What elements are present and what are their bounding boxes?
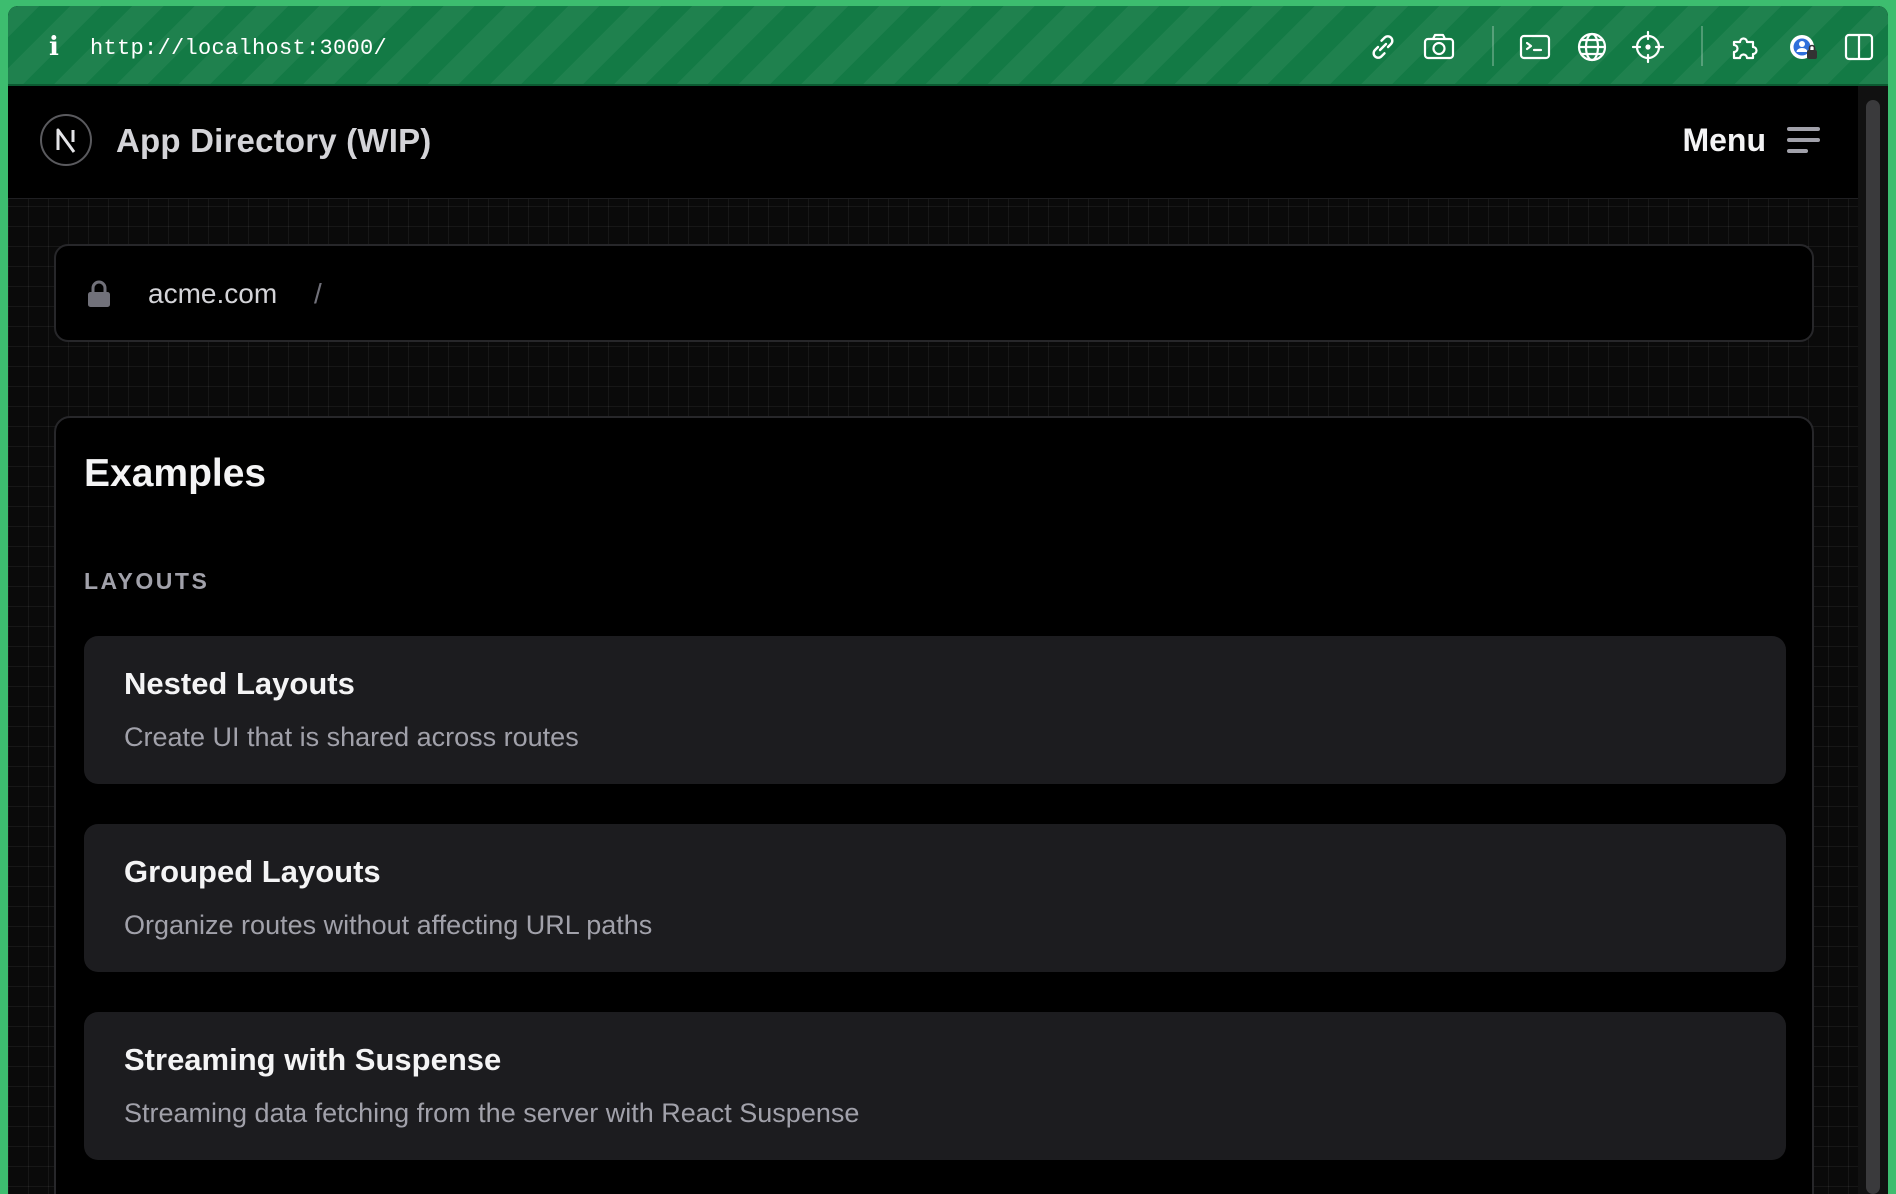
- url-field[interactable]: http://localhost:3000/: [90, 36, 387, 61]
- example-title: Nested Layouts: [124, 666, 355, 701]
- examples-card: Examples LAYOUTS Nested Layouts Create U…: [54, 416, 1814, 1194]
- link-icon[interactable]: [1366, 30, 1400, 64]
- address-bar[interactable]: acme.com /: [54, 244, 1814, 342]
- extensions-icon[interactable]: [1728, 30, 1762, 64]
- example-description: Organize routes without affecting URL pa…: [124, 910, 653, 940]
- example-item-grouped-layouts[interactable]: Grouped Layouts Organize routes without …: [84, 824, 1786, 972]
- hamburger-menu-icon: [1787, 127, 1820, 153]
- scrollbar[interactable]: [1858, 86, 1888, 1194]
- profile-icon[interactable]: [1786, 30, 1820, 64]
- example-item-nested-layouts[interactable]: Nested Layouts Create UI that is shared …: [84, 636, 1786, 784]
- page-viewport: App Directory (WIP) Menu acme.com / Exam…: [8, 86, 1858, 1194]
- example-description: Streaming data fetching from the server …: [124, 1098, 860, 1128]
- path-separator: /: [314, 278, 322, 309]
- nextjs-logo[interactable]: [40, 114, 92, 166]
- app-title[interactable]: App Directory (WIP): [116, 122, 431, 160]
- camera-icon[interactable]: [1422, 30, 1456, 64]
- sidebar-icon[interactable]: [1842, 30, 1876, 64]
- menu-label: Menu: [1682, 121, 1766, 158]
- browser-toolbar: i http://localhost:3000/: [8, 6, 1888, 86]
- nextjs-logo-icon: [56, 128, 76, 153]
- crosshair-icon[interactable]: [1631, 30, 1665, 64]
- globe-icon[interactable]: [1575, 30, 1609, 64]
- toolbar-divider: [1492, 26, 1494, 66]
- domain-text: acme.com: [148, 278, 278, 309]
- section-label-layouts: LAYOUTS: [84, 568, 210, 594]
- app-header: App Directory (WIP) Menu: [8, 86, 1858, 199]
- menu-button[interactable]: Menu: [1682, 116, 1822, 164]
- example-title: Grouped Layouts: [124, 854, 381, 889]
- terminal-icon[interactable]: [1518, 30, 1552, 64]
- example-item-streaming-with-suspense[interactable]: Streaming with Suspense Streaming data f…: [84, 1012, 1786, 1160]
- browser-window: i http://localhost:3000/ App Directory (…: [8, 6, 1888, 1194]
- scrollbar-thumb[interactable]: [1866, 100, 1880, 1194]
- page-title: Examples: [84, 452, 267, 495]
- example-description: Create UI that is shared across routes: [124, 722, 579, 752]
- lock-icon: [88, 280, 110, 307]
- example-title: Streaming with Suspense: [124, 1042, 502, 1077]
- toolbar-divider: [1701, 26, 1703, 66]
- info-icon[interactable]: i: [42, 32, 66, 62]
